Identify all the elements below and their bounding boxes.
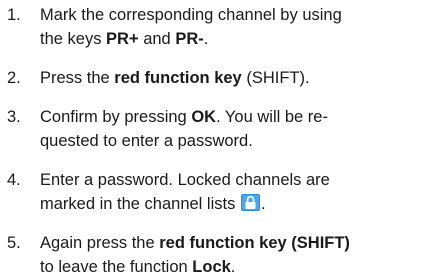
step-number: 5. [7, 234, 21, 252]
key-label-ok: OK [191, 108, 217, 126]
key-label-red-function-shift: red function key (SHIFT) [159, 234, 350, 252]
step-text-segment: Enter a password. Locked channels are [40, 171, 330, 189]
step-line: Confirm by pressing OK. You will be re- [40, 105, 328, 129]
key-label-pr-minus: PR- [175, 30, 204, 48]
step-text-segment: Again press the [40, 234, 160, 252]
step-text-segment: the keys [40, 30, 107, 48]
step-line: Press the red function key (SHIFT). [40, 66, 310, 90]
step-text-segment: to leave the function [40, 258, 193, 276]
step-text-segment: (SHIFT). [241, 69, 310, 87]
step-text: Press the red function key (SHIFT). [40, 66, 310, 90]
step-text-segment: . [230, 258, 236, 276]
step-text-segment: marked in the channel lists [40, 195, 236, 213]
step-line: Enter a password. Locked channels are [40, 168, 330, 192]
lock-icon [240, 194, 260, 211]
step-text-segment: and [138, 30, 176, 48]
step-text-segment: Mark the corresponding channel by using [40, 6, 342, 24]
step-number: 2. [7, 69, 21, 87]
step-text-segment: . You will be re- [216, 108, 328, 126]
step-number: 1. [7, 6, 21, 24]
step-line: to leave the function Lock. [40, 255, 350, 279]
step-text-segment: Confirm by pressing [40, 108, 192, 126]
function-name-lock: Lock [192, 258, 231, 276]
step-text-segment: . [203, 30, 209, 48]
step-line: the keys PR+ and PR-. [40, 27, 342, 51]
step-text-segment: Press the [40, 69, 115, 87]
step-number: 3. [7, 108, 21, 126]
step-text: Enter a password. Locked channels are ma… [40, 168, 330, 216]
step-text-segment: . [260, 195, 266, 213]
instruction-list: 1. Mark the corresponding channel by usi… [0, 0, 444, 279]
key-label-pr-plus: PR+ [106, 30, 139, 48]
step-line: Mark the corresponding channel by using [40, 3, 342, 27]
step-line: marked in the channel lists . [40, 192, 330, 216]
step-text-segment: quested to enter a password. [40, 132, 253, 150]
step-text: Confirm by pressing OK. You will be re- … [40, 105, 328, 153]
step-line: quested to enter a password. [40, 129, 328, 153]
step-text: Again press the red function key (SHIFT)… [40, 231, 350, 279]
key-label-red-function: red function key [114, 69, 242, 87]
step-number: 4. [7, 171, 21, 189]
step-text: Mark the corresponding channel by using … [40, 3, 342, 51]
step-line: Again press the red function key (SHIFT) [40, 231, 350, 255]
